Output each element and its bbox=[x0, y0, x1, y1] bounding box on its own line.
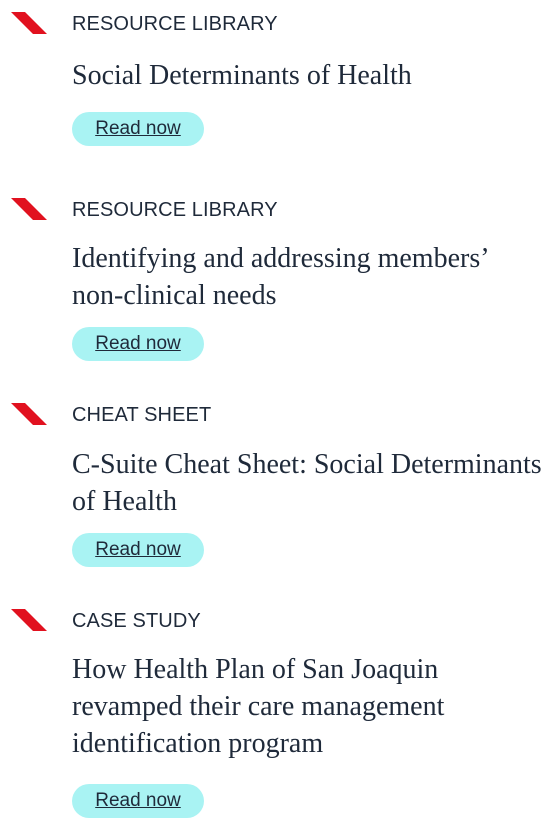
red-parallelogram-icon bbox=[11, 12, 47, 34]
read-now-button[interactable]: Read now bbox=[72, 112, 204, 146]
category-label: CASE STUDY bbox=[72, 610, 201, 632]
red-parallelogram-icon bbox=[11, 609, 47, 631]
read-now-button[interactable]: Read now bbox=[72, 327, 204, 361]
resource-title[interactable]: How Health Plan of San Joaquin revamped … bbox=[72, 651, 542, 762]
category-label: RESOURCE LIBRARY bbox=[72, 13, 278, 35]
resource-list: RESOURCE LIBRARY Social Determinants of … bbox=[0, 0, 548, 818]
red-parallelogram-icon bbox=[11, 198, 47, 220]
category-label: RESOURCE LIBRARY bbox=[72, 199, 278, 221]
resource-title[interactable]: Identifying and addressing members’ non-… bbox=[72, 240, 542, 314]
read-now-button[interactable]: Read now bbox=[72, 784, 204, 818]
read-now-button[interactable]: Read now bbox=[72, 533, 204, 567]
resource-title[interactable]: Social Determinants of Health bbox=[72, 57, 542, 94]
resource-title[interactable]: C-Suite Cheat Sheet: Social Determinants… bbox=[72, 446, 542, 520]
red-parallelogram-icon bbox=[11, 403, 47, 425]
category-label: CHEAT SHEET bbox=[72, 404, 212, 426]
